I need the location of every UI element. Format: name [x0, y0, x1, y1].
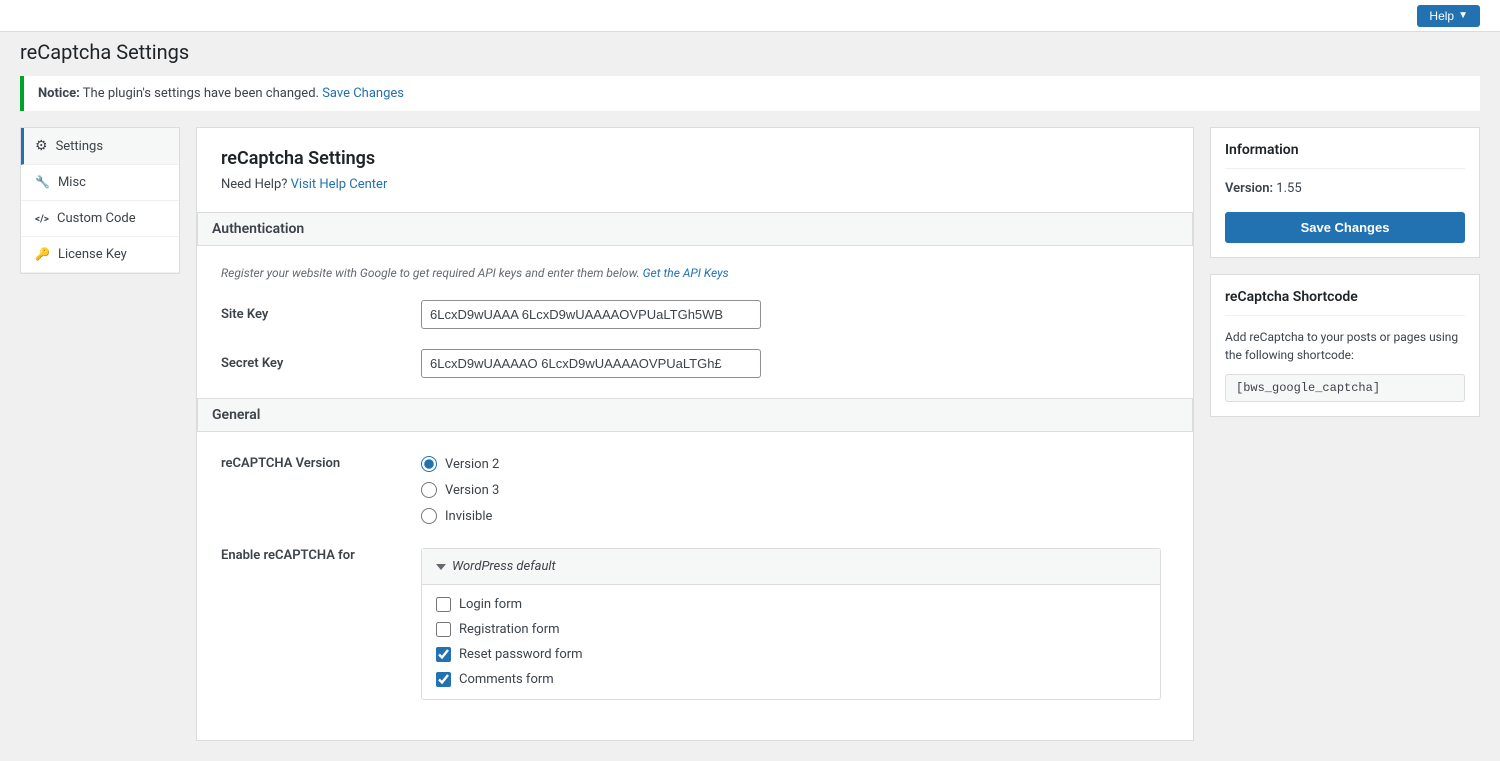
secret-key-row: Secret Key [221, 349, 1169, 378]
reset-password-form-label: Reset password form [459, 647, 583, 662]
comments-form-label: Comments form [459, 672, 554, 687]
sidebar: Settings Misc Custom Code License Key [20, 127, 180, 274]
secret-key-input[interactable] [421, 349, 761, 378]
get-api-keys-link[interactable]: Get the API Keys [643, 266, 729, 280]
collapse-icon [436, 564, 446, 570]
invisible-option[interactable]: Invisible [421, 508, 499, 524]
notice-save-link[interactable]: Save Changes [322, 86, 404, 101]
recaptcha-version-row: reCAPTCHA Version Version 2 Version 3 In… [221, 452, 1169, 524]
sidebar-settings-label: Settings [56, 139, 103, 154]
help-button[interactable]: Help ▼ [1417, 5, 1480, 27]
notice-prefix: Notice: [38, 86, 80, 101]
sidebar-item-misc[interactable]: Misc [21, 165, 179, 201]
reset-password-form-option[interactable]: Reset password form [436, 647, 1146, 662]
version-label: reCAPTCHA Version [221, 456, 421, 471]
registration-form-label: Registration form [459, 622, 560, 637]
shortcode-title: reCaptcha Shortcode [1225, 289, 1465, 316]
help-text-label: Need Help? [221, 177, 287, 192]
chevron-down-icon: ▼ [1458, 10, 1468, 21]
information-title: Information [1225, 142, 1465, 169]
top-bar: Help ▼ [0, 0, 1500, 32]
version3-option[interactable]: Version 3 [421, 482, 499, 498]
wrench-icon [35, 175, 50, 190]
sidebar-licensekey-label: License Key [58, 247, 127, 262]
wordpress-default-header[interactable]: WordPress default [422, 549, 1160, 585]
help-label: Help [1429, 9, 1454, 23]
shortcode-box: reCaptcha Shortcode Add reCaptcha to you… [1210, 274, 1480, 417]
version-radio-group: Version 2 Version 3 Invisible [421, 456, 499, 524]
login-form-option[interactable]: Login form [436, 597, 1146, 612]
version3-radio[interactable] [421, 482, 437, 498]
sidebar-customcode-label: Custom Code [57, 211, 136, 226]
login-form-label: Login form [459, 597, 522, 612]
site-key-row: Site Key [221, 300, 1169, 329]
wordpress-default-label: WordPress default [452, 559, 556, 574]
invisible-label: Invisible [445, 509, 492, 524]
version-value: 1.55 [1276, 181, 1301, 196]
sidebar-item-settings[interactable]: Settings [21, 128, 179, 165]
site-key-input[interactable] [421, 300, 761, 329]
main-layout: Settings Misc Custom Code License Key re… [0, 127, 1500, 761]
version2-option[interactable]: Version 2 [421, 456, 499, 472]
auth-description: Register your website with Google to get… [221, 266, 1169, 280]
login-form-checkbox[interactable] [436, 597, 451, 612]
site-key-label: Site Key [221, 307, 421, 322]
notice-bar: Notice: The plugin's settings have been … [20, 76, 1480, 111]
invisible-radio[interactable] [421, 508, 437, 524]
registration-form-checkbox[interactable] [436, 622, 451, 637]
information-box: Information Version: 1.55 Save Changes [1210, 127, 1480, 258]
secret-key-label: Secret Key [221, 356, 421, 371]
reset-password-form-checkbox[interactable] [436, 647, 451, 662]
general-section-header: General [197, 398, 1193, 432]
help-text: Need Help? Visit Help Center [221, 177, 1169, 192]
save-changes-button[interactable]: Save Changes [1225, 212, 1465, 243]
checkbox-list: Login form Registration form Reset passw… [422, 585, 1160, 699]
shortcode-description: Add reCaptcha to your posts or pages usi… [1225, 328, 1465, 364]
content-area: reCaptcha Settings Need Help? Visit Help… [196, 127, 1194, 741]
sidebar-right: Information Version: 1.55 Save Changes r… [1210, 127, 1480, 741]
comments-form-option[interactable]: Comments form [436, 672, 1146, 687]
registration-form-option[interactable]: Registration form [436, 622, 1146, 637]
sidebar-item-license-key[interactable]: License Key [21, 237, 179, 273]
authentication-section-header: Authentication [197, 212, 1193, 246]
code-icon [35, 211, 49, 226]
enable-recaptcha-row: Enable reCAPTCHA for WordPress default L… [221, 544, 1169, 700]
comments-form-checkbox[interactable] [436, 672, 451, 687]
notice-message: The plugin's settings have been changed. [83, 86, 319, 101]
key-icon [35, 247, 50, 262]
visit-help-center-link[interactable]: Visit Help Center [291, 177, 388, 192]
gear-icon [35, 138, 48, 154]
version2-radio[interactable] [421, 456, 437, 472]
version2-label: Version 2 [445, 457, 499, 472]
version3-label: Version 3 [445, 483, 499, 498]
version-text: Version: 1.55 [1225, 181, 1465, 196]
checkbox-section: WordPress default Login form Registratio… [421, 548, 1161, 700]
sidebar-item-custom-code[interactable]: Custom Code [21, 201, 179, 237]
page-title: reCaptcha Settings [0, 32, 1500, 76]
content-title: reCaptcha Settings [221, 148, 1169, 169]
sidebar-misc-label: Misc [58, 175, 86, 190]
enable-label: Enable reCAPTCHA for [221, 548, 421, 563]
version-label: Version: [1225, 181, 1273, 196]
shortcode-value: [bws_google_captcha] [1225, 374, 1465, 402]
